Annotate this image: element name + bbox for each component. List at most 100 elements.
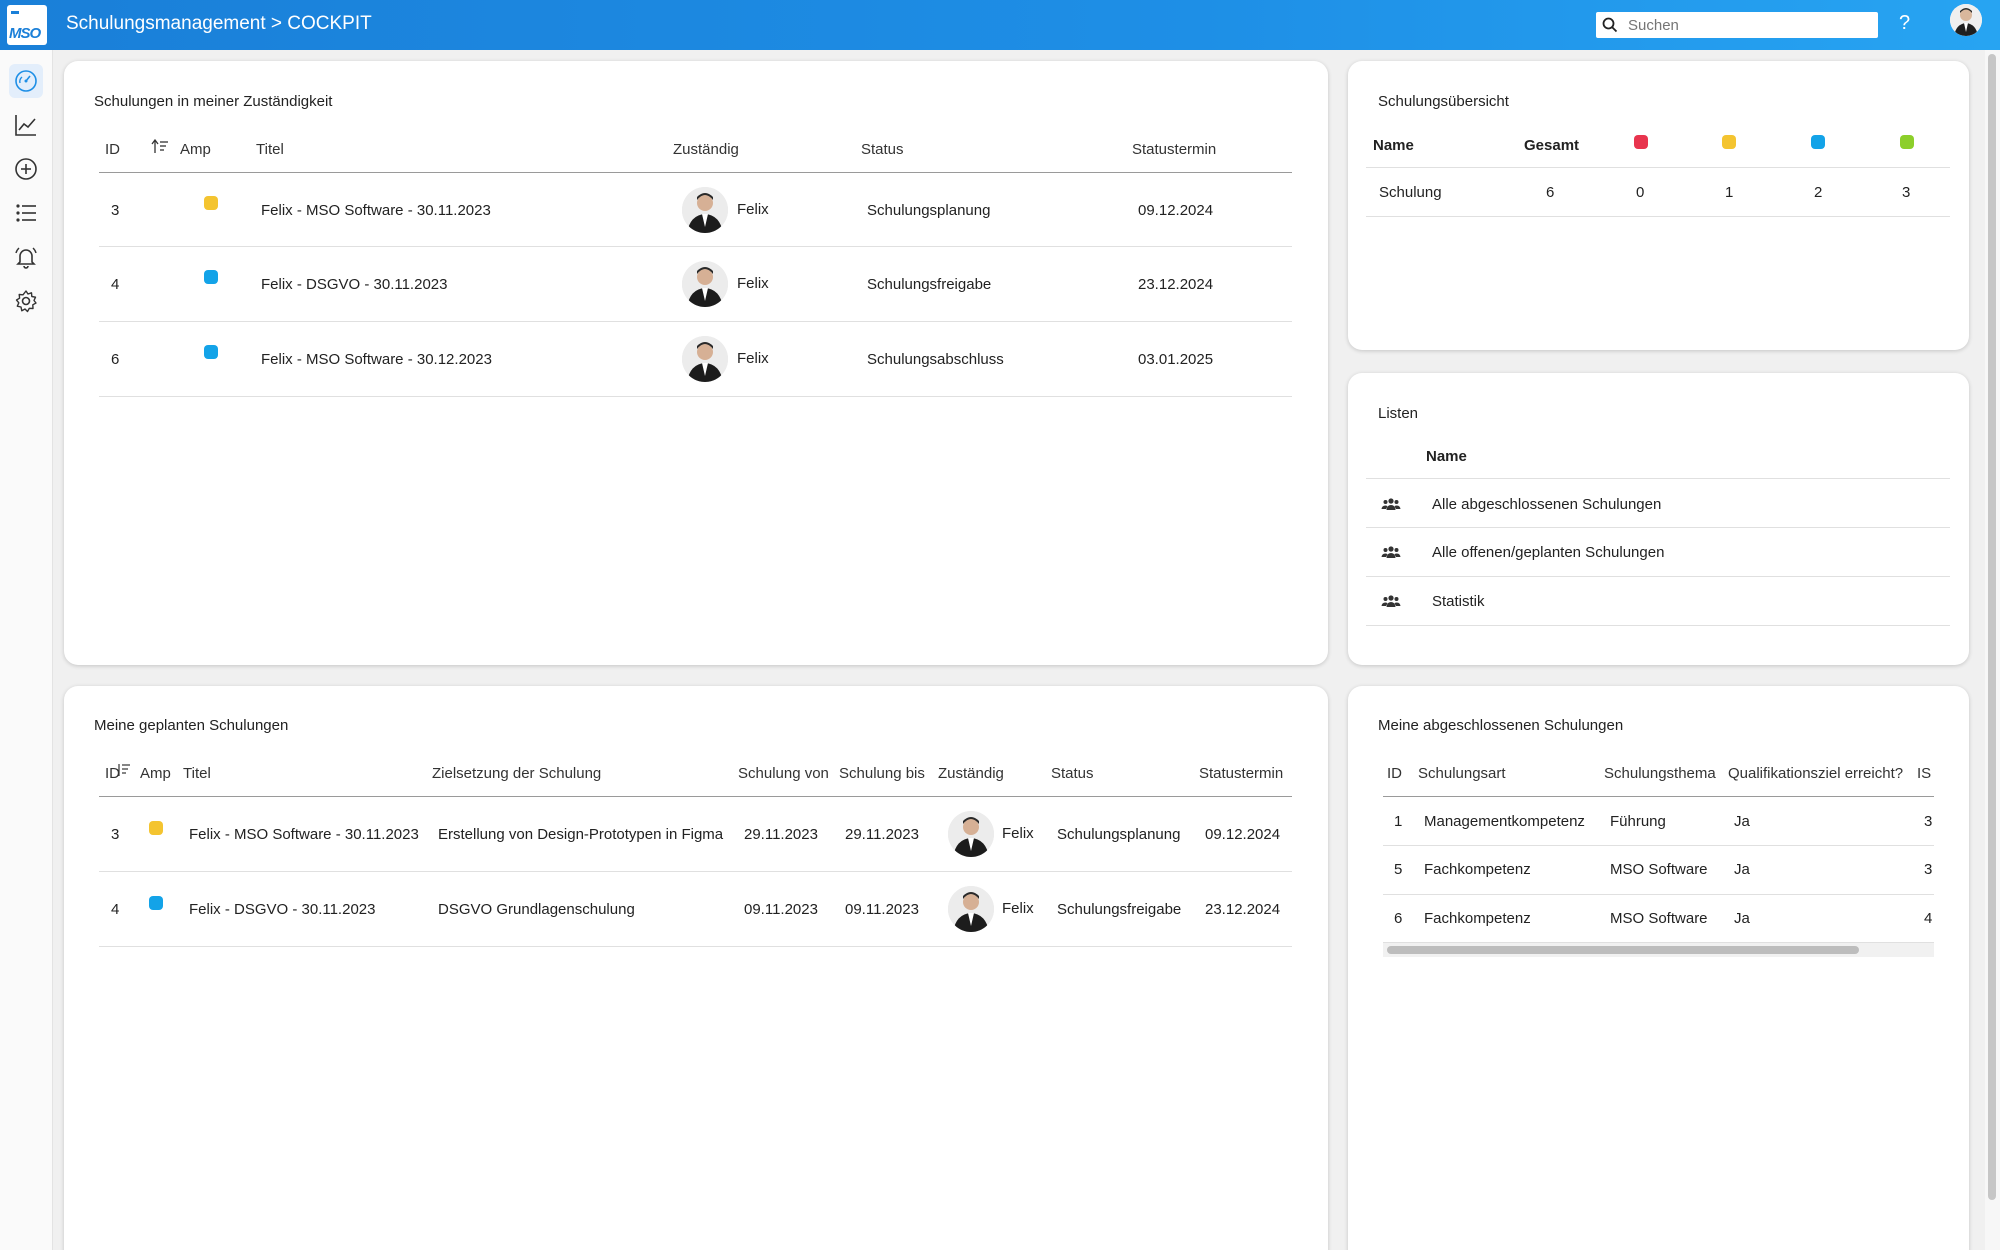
cell-zustaendig: Felix — [737, 275, 769, 292]
col-qualifikationsziel[interactable]: Qualifikationsziel erreicht? — [1728, 765, 1903, 782]
col-amp[interactable]: Amp — [140, 765, 171, 782]
cell-qualifikationsziel: Ja — [1734, 813, 1750, 830]
col-name: Name — [1373, 137, 1414, 154]
list-item[interactable]: Alle offenen/geplanten Schulungen — [1348, 528, 1969, 576]
cell-red-count: 0 — [1636, 184, 1645, 201]
table-row[interactable]: 3 Felix - MSO Software - 30.11.2023 Erst… — [64, 797, 1328, 871]
table-row[interactable]: 3 Felix - MSO Software - 30.11.2023 Feli… — [64, 173, 1328, 247]
list-item[interactable]: Alle abgeschlossenen Schulungen — [1348, 479, 1969, 527]
col-titel[interactable]: Titel — [256, 141, 284, 158]
traffic-light-yellow — [204, 196, 218, 210]
breadcrumb-title: Schulungsmanagement > COCKPIT — [66, 13, 372, 34]
lists-card: Listen Name Alle abgeschlossenen Schulun… — [1348, 373, 1969, 665]
nav-settings[interactable] — [9, 284, 43, 318]
card-title: Schulungen in meiner Zuständigkeit — [94, 93, 333, 110]
person-avatar-icon — [682, 187, 728, 233]
status-green-indicator — [1900, 135, 1914, 149]
list-item-label: Alle abgeschlossenen Schulungen — [1432, 496, 1662, 513]
cell-zustaendig: Felix — [1002, 900, 1034, 917]
plus-circle-icon — [15, 158, 37, 180]
table-row[interactable]: 4 Felix - DSGVO - 30.11.2023 Felix Schul… — [64, 247, 1328, 321]
cell-id: 1 — [1394, 813, 1403, 830]
table-row[interactable]: 6 Felix - MSO Software - 30.12.2023 Feli… — [64, 322, 1328, 396]
cell-id: 3 — [111, 202, 120, 219]
col-zustaendig[interactable]: Zuständig — [938, 765, 1004, 782]
col-status[interactable]: Status — [861, 141, 904, 158]
traffic-light-yellow — [149, 821, 163, 835]
completed-table: ID Schulungsart Schulungsthema Qualifika… — [1383, 746, 1934, 906]
col-amp[interactable]: Amp — [180, 141, 211, 158]
cell-zustaendig: Felix — [737, 201, 769, 218]
cell-id: 3 — [111, 826, 120, 843]
col-name: Name — [1426, 448, 1467, 465]
table-row[interactable]: 4 Felix - DSGVO - 30.11.2023 DSGVO Grund… — [64, 872, 1328, 946]
table-row[interactable]: 5 Fachkompetenz MSO Software Ja 3 — [1383, 846, 1934, 894]
sidebar — [0, 50, 53, 1250]
search-icon — [1602, 17, 1618, 33]
table-row[interactable]: Schulung 6 0 1 2 3 — [1348, 168, 1969, 216]
cell-zustaendig: Felix — [737, 350, 769, 367]
planned-card: Meine geplanten Schulungen ID Amp Titel … — [64, 686, 1328, 1250]
person-avatar-icon — [948, 811, 994, 857]
col-schulungsthema[interactable]: Schulungsthema — [1604, 765, 1716, 782]
cell-schulungsart: Fachkompetenz — [1424, 861, 1531, 878]
users-icon — [1381, 595, 1401, 607]
search-box[interactable] — [1596, 12, 1878, 38]
col-zustaendig[interactable]: Zuständig — [673, 141, 739, 158]
cell-schulungsart: Fachkompetenz — [1424, 910, 1531, 927]
cell-ist: 4 — [1924, 910, 1933, 927]
col-statustermin[interactable]: Statustermin — [1132, 141, 1216, 158]
user-avatar[interactable] — [1950, 4, 1982, 36]
scrollbar-thumb[interactable] — [1387, 946, 1859, 954]
col-schulung-von[interactable]: Schulung von — [738, 765, 829, 782]
cell-ist: 3 — [1924, 813, 1933, 830]
cell-zustaendig: Felix — [1002, 825, 1034, 842]
col-status[interactable]: Status — [1051, 765, 1094, 782]
cell-statustermin: 09.12.2024 — [1205, 826, 1281, 843]
col-titel[interactable]: Titel — [183, 765, 211, 782]
cell-titel: Felix - DSGVO - 30.11.2023 — [261, 276, 448, 293]
cell-titel: Felix - MSO Software - 30.11.2023 — [261, 202, 491, 219]
row-divider — [99, 946, 1292, 947]
cell-zielsetzung: Erstellung von Design-Prototypen in Figm… — [438, 826, 724, 843]
speedometer-icon — [15, 70, 37, 92]
cell-id: 6 — [1394, 910, 1403, 927]
avatar — [682, 187, 728, 233]
col-id[interactable]: ID — [105, 141, 120, 158]
col-ist[interactable]: IS — [1917, 765, 1931, 782]
nav-add[interactable] — [9, 152, 43, 186]
mso-logo[interactable]: MSO — [7, 5, 47, 45]
cell-schulungsthema: MSO Software — [1610, 910, 1708, 927]
col-schulung-bis[interactable]: Schulung bis — [839, 765, 925, 782]
sort-icon[interactable] — [117, 763, 131, 777]
horizontal-scrollbar[interactable] — [1383, 943, 1934, 957]
col-statustermin[interactable]: Statustermin — [1199, 765, 1283, 782]
cell-status: Schulungsplanung — [1057, 826, 1181, 843]
search-input[interactable] — [1628, 15, 1868, 35]
scrollbar-thumb[interactable] — [1988, 54, 1996, 1200]
nav-statistics[interactable] — [9, 108, 43, 142]
avatar — [682, 261, 728, 307]
nav-list[interactable] — [9, 196, 43, 230]
col-id[interactable]: ID — [1387, 765, 1402, 782]
table-row[interactable]: 6 Fachkompetenz MSO Software Ja 4 — [1383, 895, 1934, 942]
col-zielsetzung[interactable]: Zielsetzung der Schulung — [432, 765, 601, 782]
cell-id: 4 — [111, 901, 120, 918]
list-icon — [16, 204, 36, 222]
cell-qualifikationsziel: Ja — [1734, 910, 1750, 927]
help-button[interactable]: ? — [1899, 12, 1910, 35]
cell-titel: Felix - MSO Software - 30.12.2023 — [261, 351, 492, 368]
nav-notifications[interactable] — [9, 240, 43, 274]
status-red-indicator — [1634, 135, 1648, 149]
page-scrollbar[interactable] — [1985, 50, 2000, 1250]
cell-id: 4 — [111, 276, 120, 293]
sort-icon[interactable] — [151, 139, 169, 155]
nav-dashboard[interactable] — [9, 64, 43, 98]
col-schulungsart[interactable]: Schulungsart — [1418, 765, 1506, 782]
cell-statustermin: 23.12.2024 — [1205, 901, 1281, 918]
list-item[interactable]: Statistik — [1348, 577, 1969, 625]
cell-gesamt: 6 — [1546, 184, 1555, 201]
cell-yellow-count: 1 — [1725, 184, 1734, 201]
table-row[interactable]: 1 Managementkompetenz Führung Ja 3 — [1383, 797, 1934, 845]
card-title: Meine abgeschlossenen Schulungen — [1378, 717, 1624, 734]
